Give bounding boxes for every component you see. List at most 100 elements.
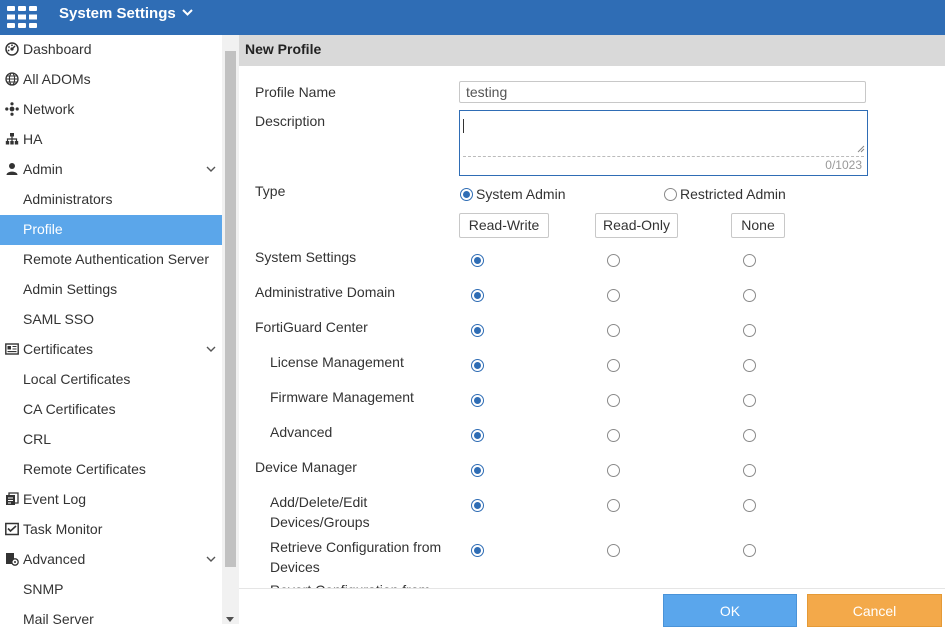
permission-radio-read-only[interactable]	[607, 359, 620, 372]
permission-label-administrative-domain: Administrative Domain	[255, 284, 396, 300]
network-icon	[5, 102, 19, 116]
sidebar-item-label: SNMP	[23, 581, 64, 597]
sidebar-item-crl[interactable]: CRL	[0, 425, 222, 455]
chevron-down-icon[interactable]	[206, 164, 216, 174]
sidebar-item-label: Profile	[23, 221, 63, 237]
permission-radio-read-write[interactable]	[471, 544, 484, 557]
permission-label-advanced: Advanced	[270, 424, 333, 440]
sidebar-item-label: Dashboard	[23, 41, 92, 57]
ok-button[interactable]: OK	[663, 594, 797, 627]
sidebar-item-all-adoms[interactable]: All ADOMs	[0, 65, 222, 95]
sidebar-item-label: Admin	[23, 161, 63, 177]
column-read-write-button[interactable]: Read-Write	[459, 213, 549, 238]
type-label: Type	[255, 183, 286, 199]
permission-radio-read-only[interactable]	[607, 429, 620, 442]
permission-radio-read-only[interactable]	[607, 254, 620, 267]
permission-radio-read-write[interactable]	[471, 324, 484, 337]
permission-label-line: Retrieve Configuration from	[270, 539, 442, 555]
sidebar-item-advanced[interactable]: Advanced	[0, 545, 222, 575]
permission-label-system-settings: System Settings	[255, 249, 357, 265]
permission-radio-none[interactable]	[743, 359, 756, 372]
permission-radio-none[interactable]	[743, 464, 756, 477]
permission-label-license-management: License Management	[270, 354, 404, 370]
content-header: New Profile	[239, 35, 945, 66]
sidebar-item-local-certificates[interactable]: Local Certificates	[0, 365, 222, 395]
permission-radio-none[interactable]	[743, 544, 756, 557]
permission-radio-none[interactable]	[743, 289, 756, 302]
sidebar-item-remote-authentication-server[interactable]: Remote Authentication Server	[0, 245, 222, 275]
sidebar-item-remote-certificates[interactable]: Remote Certificates	[0, 455, 222, 485]
type-radio-system-admin[interactable]	[460, 188, 473, 201]
permission-radio-none[interactable]	[743, 254, 756, 267]
sidebar-item-label: Network	[23, 101, 75, 117]
permission-radio-read-only[interactable]	[607, 499, 620, 512]
permission-radio-read-write[interactable]	[471, 499, 484, 512]
sidebar-item-label: Remote Authentication Server	[23, 251, 209, 267]
permission-radio-read-write[interactable]	[471, 429, 484, 442]
textarea-divider	[463, 156, 864, 157]
scroll-down-arrow-icon[interactable]	[226, 617, 234, 622]
text-cursor	[463, 119, 464, 133]
sidebar-item-snmp[interactable]: SNMP	[0, 575, 222, 605]
column-none-button[interactable]: None	[731, 213, 785, 238]
permission-radio-none[interactable]	[743, 394, 756, 407]
sidebar-item-dashboard[interactable]: Dashboard	[0, 35, 222, 65]
permission-radio-none[interactable]	[743, 429, 756, 442]
content-panel: New Profile Profile Name testing Descrip…	[239, 35, 945, 627]
type-radio-restricted-admin[interactable]	[664, 188, 677, 201]
sidebar-item-task-monitor[interactable]: Task Monitor	[0, 515, 222, 545]
character-count: 0/1023	[825, 158, 862, 172]
permission-radio-read-only[interactable]	[607, 289, 620, 302]
column-read-only-button[interactable]: Read-Only	[595, 213, 678, 238]
task-monitor-icon	[5, 522, 19, 536]
sidebar-item-mail-server[interactable]: Mail Server	[0, 605, 222, 624]
permission-radio-read-only[interactable]	[607, 394, 620, 407]
permission-radio-none[interactable]	[743, 499, 756, 512]
permission-radio-read-only[interactable]	[607, 464, 620, 477]
sidebar-item-label: Local Certificates	[23, 371, 131, 387]
permission-radio-read-write[interactable]	[471, 464, 484, 477]
sidebar-item-label: Mail Server	[23, 611, 94, 624]
sidebar-item-profile[interactable]: Profile	[0, 215, 222, 245]
chevron-down-icon	[182, 9, 193, 16]
permission-radio-read-write[interactable]	[471, 254, 484, 267]
cancel-button[interactable]: Cancel	[807, 594, 942, 627]
sidebar-item-label: All ADOMs	[23, 71, 91, 87]
permission-radio-read-write[interactable]	[471, 289, 484, 302]
sidebar-item-saml-sso[interactable]: SAML SSO	[0, 305, 222, 335]
fortinet-logo-icon[interactable]	[7, 6, 37, 28]
permission-label-line: Devices/Groups	[270, 514, 370, 530]
permission-radio-read-only[interactable]	[607, 544, 620, 557]
description-textarea[interactable]: 0/1023	[459, 110, 868, 176]
sidebar-item-ha[interactable]: HA	[0, 125, 222, 155]
sidebar-item-admin[interactable]: Admin	[0, 155, 222, 185]
sidebar-item-certificates[interactable]: Certificates	[0, 335, 222, 365]
sidebar-scrollbar[interactable]	[222, 35, 239, 624]
globe-icon	[5, 72, 19, 86]
sidebar-item-label: Event Log	[23, 491, 87, 507]
type-option-label[interactable]: Restricted Admin	[680, 185, 786, 203]
sidebar-item-event-log[interactable]: Event Log	[0, 485, 222, 515]
resize-grip-icon[interactable]	[857, 145, 865, 153]
permission-radio-read-only[interactable]	[607, 324, 620, 337]
permission-label-line: Add/Delete/Edit	[270, 494, 368, 510]
page-title: New Profile	[245, 41, 322, 57]
dashboard-icon	[5, 42, 19, 56]
profile-name-input[interactable]: testing	[459, 81, 866, 103]
sidebar-item-ca-certificates[interactable]: CA Certificates	[0, 395, 222, 425]
sidebar-item-admin-settings[interactable]: Admin Settings	[0, 275, 222, 305]
system-settings-menu[interactable]: System Settings	[59, 5, 193, 23]
permission-radio-none[interactable]	[743, 324, 756, 337]
type-option-label[interactable]: System Admin	[476, 185, 565, 203]
chevron-down-icon[interactable]	[206, 344, 216, 354]
scrollbar-thumb[interactable]	[225, 51, 236, 567]
certificate-icon	[5, 343, 19, 355]
chevron-down-icon[interactable]	[206, 554, 216, 564]
advanced-icon	[6, 553, 19, 566]
sidebar-item-label: Admin Settings	[23, 281, 118, 297]
permission-radio-read-write[interactable]	[471, 359, 484, 372]
sidebar-item-administrators[interactable]: Administrators	[0, 185, 222, 215]
sidebar-item-network[interactable]: Network	[0, 95, 222, 125]
permission-radio-read-write[interactable]	[471, 394, 484, 407]
permission-label-line: Devices	[270, 559, 320, 575]
